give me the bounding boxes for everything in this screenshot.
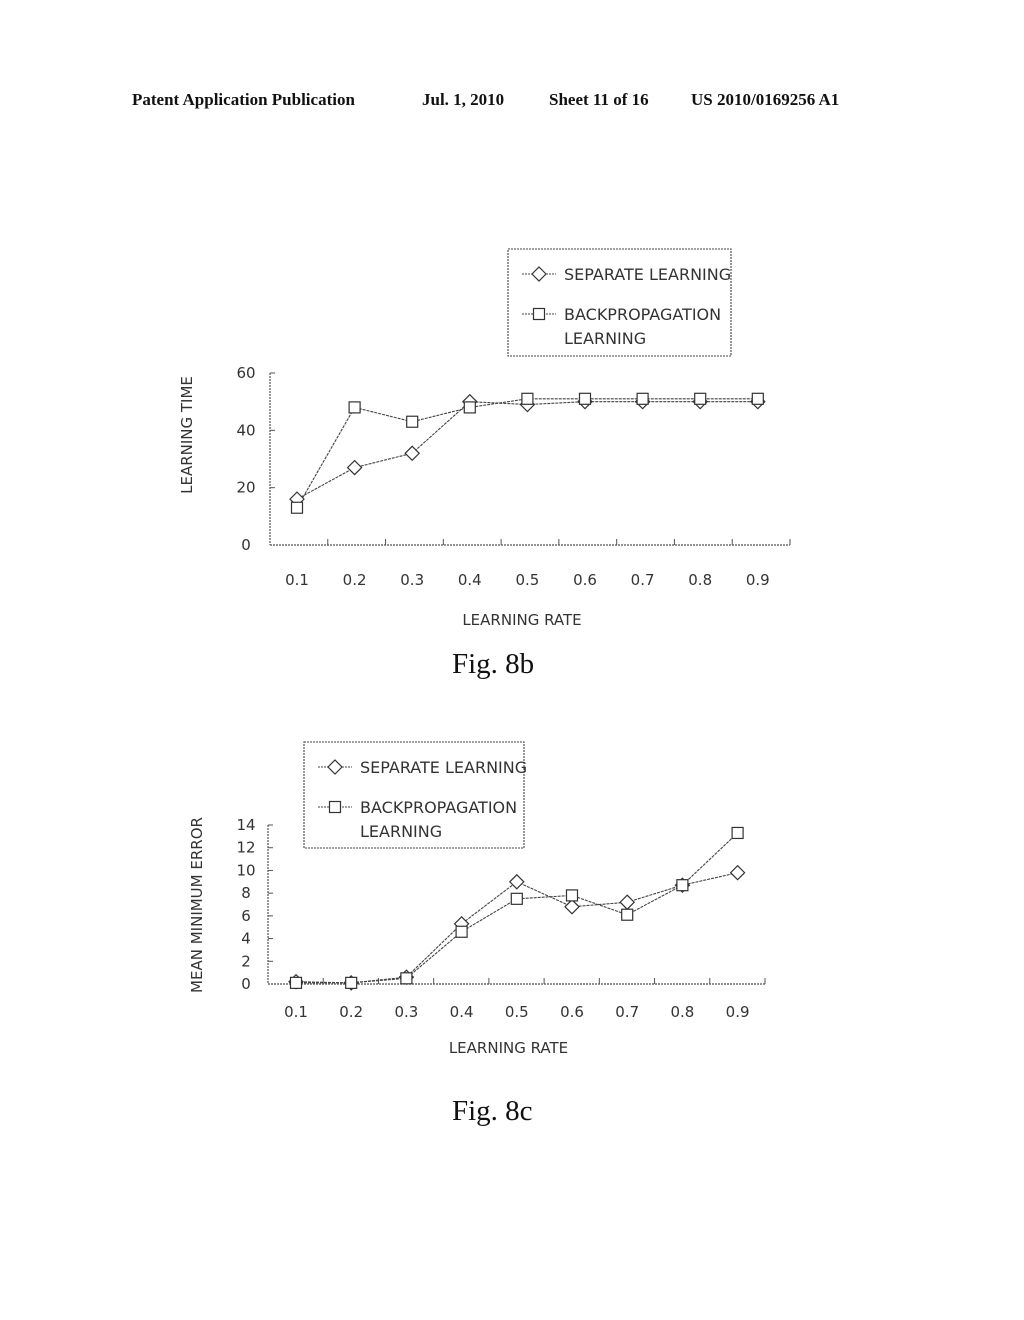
y-tick-label: 0 (241, 975, 251, 993)
data-point-square (636, 392, 649, 405)
data-point-square (694, 392, 707, 405)
data-point-square (578, 392, 592, 405)
x-tick-label: 0.1 (285, 571, 309, 589)
data-point-square (289, 976, 303, 989)
legend-square-icon (328, 800, 342, 814)
x-tick-label: 0.2 (339, 1003, 363, 1021)
y-axis-title: LEARNING TIME (178, 376, 196, 494)
legend-label: BACKPROPAGATION (564, 305, 721, 324)
chart-0: 0 20 40 60 0.1 0.2 0.3 0.4 0.5 0.6 0.7 0.8 0.9 LEARNI… (178, 248, 791, 629)
data-point-square (455, 925, 468, 938)
y-tick-label: 60 (236, 364, 255, 382)
x-axis-title: LEARNING RATE (449, 1039, 568, 1057)
x-tick-label: 0.3 (394, 1003, 418, 1021)
legend: SEPARATE LEARNING BACKPROPAGATION LEARNING (303, 741, 527, 849)
data-point-square (406, 415, 419, 428)
data-point-square (676, 879, 689, 892)
x-tick-label: 0.7 (615, 1003, 639, 1021)
data-point-diamond (508, 873, 525, 890)
legend-label: LEARNING (564, 329, 646, 348)
x-tick-label: 0.8 (670, 1003, 694, 1021)
data-point-square (463, 401, 476, 414)
series-line-1 (296, 398, 758, 509)
data-point-square (510, 892, 523, 905)
series-line-1 (296, 832, 738, 984)
x-tick-label: 0.8 (688, 571, 712, 589)
x-tick-label: 0.4 (450, 1003, 474, 1021)
data-point-square (290, 501, 304, 514)
x-tick-label: 0.1 (284, 1003, 308, 1021)
y-tick-label: 8 (241, 884, 251, 902)
x-tick-label: 0.9 (726, 1003, 750, 1021)
data-point-square (731, 826, 744, 840)
y-tick-label: 6 (241, 907, 251, 925)
legend-label: SEPARATE LEARNING (564, 265, 731, 284)
y-tick-label: 4 (241, 930, 251, 948)
data-point-diamond (619, 894, 636, 911)
data-point-square (521, 392, 534, 405)
x-tick-label: 0.5 (505, 1003, 529, 1021)
charts-canvas: 02040600.1 0.2 0.3 0.4 0.5 0.6 0.7 0.8 0.9LEARNI… (178, 248, 791, 1057)
x-axis-title: LEARNING RATE (462, 611, 581, 629)
series-line-0 (296, 401, 758, 500)
x-tick-label: 0.5 (515, 571, 539, 589)
legend-label: BACKPROPAGATION (360, 798, 517, 817)
data-point-diamond (404, 445, 421, 462)
data-point-square (345, 976, 358, 989)
x-tick-label: 0.6 (573, 571, 597, 589)
x-tick-label: 0.6 (560, 1003, 584, 1021)
y-tick-label: 40 (236, 421, 255, 439)
data-point-square (565, 889, 579, 902)
data-point-square (400, 972, 413, 985)
x-tick-label: 0.7 (631, 571, 655, 589)
chart-1: 0 2 4 6 8 10 12 14 0.1 0.2 0.3 0.4 0.5 0.6 0.7 0.8 0.9 LE… (188, 741, 766, 1057)
legend-label: SEPARATE LEARNING (360, 758, 527, 777)
data-point-diamond (564, 898, 580, 915)
legend-square-icon (532, 307, 546, 321)
y-tick-label: 0 (241, 536, 251, 554)
y-tick-label: 20 (236, 479, 255, 497)
x-tick-label: 0.2 (343, 571, 367, 589)
x-tick-label: 0.3 (400, 571, 424, 589)
data-point-square (621, 908, 634, 921)
y-tick-label: 12 (236, 839, 255, 857)
y-axis-title: MEAN MINIMUM ERROR (188, 817, 206, 993)
data-point-square (348, 401, 361, 414)
data-point-diamond (729, 864, 746, 881)
data-point-square (751, 392, 764, 405)
legend: SEPARATE LEARNING BACKPROPAGATION LEARNING (507, 248, 732, 357)
y-tick-label: 10 (236, 861, 255, 879)
legend-label: LEARNING (360, 822, 442, 841)
y-tick-label: 14 (236, 816, 255, 834)
x-tick-label: 0.4 (458, 571, 482, 589)
x-tick-label: 0.9 (746, 571, 770, 589)
y-tick-label: 2 (241, 952, 251, 970)
data-point-diamond (346, 459, 363, 476)
